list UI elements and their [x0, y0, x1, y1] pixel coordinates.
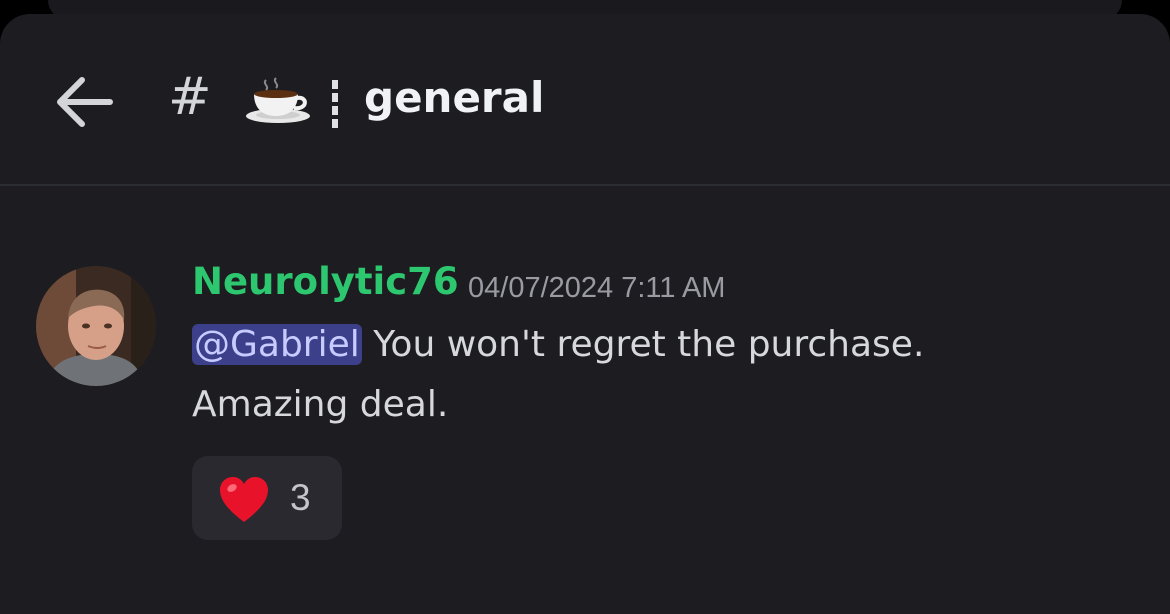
channel-header: # general [0, 14, 1170, 184]
user-avatar[interactable] [36, 266, 156, 386]
reaction-count: 3 [290, 477, 311, 518]
message-text-line-1: @Gabriel You won't regret the purchase. [192, 316, 924, 374]
username[interactable]: Neurolytic76 [192, 254, 459, 310]
message-text-line-2: Amazing deal. [192, 384, 449, 425]
coffee-cup-icon [244, 76, 312, 124]
header-divider [0, 184, 1170, 186]
heart-icon [218, 476, 270, 524]
channel-sheet: # general Neurolytic76 04/07/2024 7:11 A… [0, 14, 1170, 614]
separator-icon [330, 80, 340, 128]
message-item[interactable]: Neurolytic76 04/07/2024 7:11 AM @Gabriel… [0, 242, 1170, 542]
channel-hash-icon: # [168, 67, 212, 127]
heart-reaction-button[interactable]: 3 [192, 456, 342, 540]
message-text: You won't regret the purchase. [361, 324, 925, 365]
arrow-left-icon [57, 77, 113, 127]
channel-title: general [364, 73, 545, 122]
user-mention[interactable]: @Gabriel [192, 324, 362, 365]
message-timestamp: 04/07/2024 7:11 AM [468, 272, 726, 304]
back-button[interactable] [52, 72, 116, 132]
